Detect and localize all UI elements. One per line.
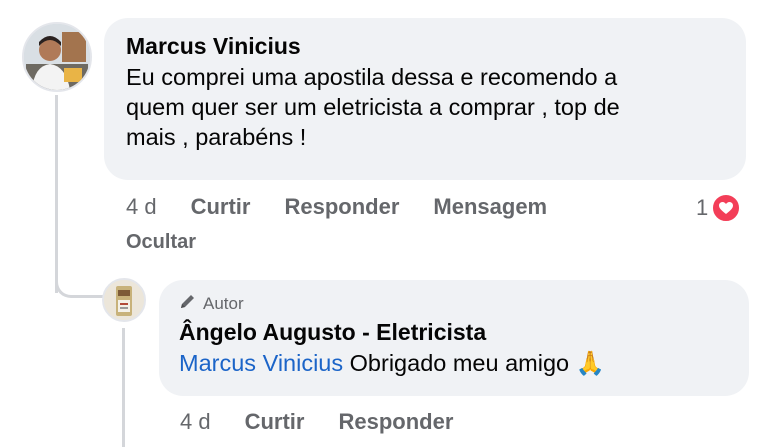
reply-reply-button[interactable]: Responder xyxy=(338,408,453,436)
comment-thread: Marcus Vinicius Eu comprei uma apostila … xyxy=(0,0,768,447)
reply-button[interactable]: Responder xyxy=(284,193,399,221)
comment-timestamp[interactable]: 4 d xyxy=(126,193,157,221)
reply-bubble: Autor Ângelo Augusto - Eletricista Marcu… xyxy=(159,280,749,396)
reply-author[interactable]: Ângelo Augusto - Eletricista xyxy=(179,317,729,347)
comment-text: Eu comprei uma apostila dessa e recomend… xyxy=(126,62,724,152)
comment-author[interactable]: Marcus Vinicius xyxy=(126,32,724,60)
reply-avatar[interactable] xyxy=(102,278,146,322)
reaction-summary[interactable]: 1 xyxy=(696,193,742,223)
reply-timestamp[interactable]: 4 d xyxy=(180,408,211,436)
reply-message: Obrigado meu amigo xyxy=(349,350,570,376)
avatar[interactable] xyxy=(22,22,92,92)
reply-text: Marcus Vinicius Obrigado meu amigo 🙏 xyxy=(179,347,729,379)
reply-avatar-photo xyxy=(104,280,144,320)
hide-button[interactable]: Ocultar xyxy=(126,230,196,254)
reaction-count: 1 xyxy=(696,195,709,220)
comment-bubble: Marcus Vinicius Eu comprei uma apostila … xyxy=(104,18,746,180)
heart-icon xyxy=(711,193,742,223)
comment-text-line: mais , parabéns ! xyxy=(126,124,307,150)
praying-hands-icon: 🙏 xyxy=(575,350,605,376)
pencil-icon xyxy=(179,292,197,316)
comment-text-line: Eu comprei uma apostila dessa e recomend… xyxy=(126,64,618,90)
author-badge: Autor xyxy=(179,292,729,316)
avatar-photo xyxy=(24,24,90,90)
thread-connector-curve xyxy=(55,262,105,298)
reply-thread-connector xyxy=(122,328,125,447)
reply-like-button[interactable]: Curtir xyxy=(245,408,305,436)
reply-actions: 4 d Curtir Responder xyxy=(180,408,487,436)
message-button[interactable]: Mensagem xyxy=(433,193,547,221)
author-badge-label: Autor xyxy=(203,294,244,313)
mention-link[interactable]: Marcus Vinicius xyxy=(179,350,343,376)
comment-text-line: quem quer ser um eletricista a comprar ,… xyxy=(126,94,620,120)
comment-actions: 4 d Curtir Responder Mensagem xyxy=(126,193,581,221)
like-button[interactable]: Curtir xyxy=(191,193,251,221)
